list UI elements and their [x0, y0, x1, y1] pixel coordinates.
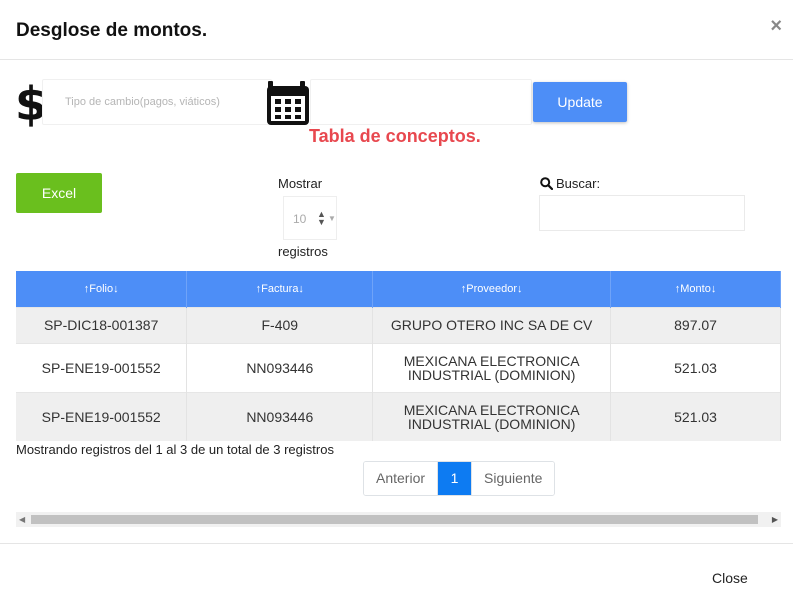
cell-factura: F-409: [186, 306, 374, 343]
table-title: Tabla de conceptos.: [309, 126, 481, 146]
search-input[interactable]: [539, 195, 745, 231]
update-button[interactable]: Update: [533, 82, 627, 122]
cell-factura: NN093446: [186, 342, 374, 392]
chevron-down-icon: ▼: [328, 214, 336, 223]
search-label: Buscar:: [540, 176, 600, 191]
cell-folio: SP-DIC18-001387: [16, 306, 188, 343]
table-info-text: Mostrando registros del 1 al 3 de un tot…: [16, 442, 334, 457]
page-size-select[interactable]: 10 ▲ ▼ ▼: [283, 196, 337, 240]
cell-factura: NN093446: [186, 391, 374, 441]
pagination-next[interactable]: Siguiente: [471, 462, 555, 495]
close-icon[interactable]: ×: [770, 16, 782, 36]
column-header-proveedor[interactable]: ↑Proveedor↓: [372, 271, 612, 307]
cell-proveedor: GRUPO OTERO INC SA DE CV: [372, 306, 612, 343]
pagination: Anterior 1 Siguiente: [363, 461, 556, 496]
page-size-value: 10: [293, 212, 307, 226]
horizontal-scrollbar[interactable]: ◀ ▶: [16, 512, 781, 527]
cell-monto: 521.03: [610, 342, 781, 392]
column-header-monto[interactable]: ↑Monto↓: [610, 271, 781, 307]
calendar-icon: [267, 81, 309, 125]
date-input[interactable]: [310, 79, 532, 125]
search-label-text: Buscar:: [556, 176, 601, 191]
scroll-right-icon[interactable]: ▶: [772, 515, 778, 524]
concepts-table: ↑Folio↓ ↑Factura↓ ↑Proveedor↓ ↑Monto↓ SP…: [16, 271, 781, 441]
table-row: SP-ENE19-001552 NN093446 MEXICANA ELECTR…: [16, 342, 781, 392]
cell-monto: 521.03: [610, 391, 781, 441]
search-icon: [540, 177, 554, 191]
modal-dialog: Desglose de montos. × $ Update Tabla de …: [0, 0, 793, 594]
cell-proveedor: MEXICANA ELECTRONICA INDUSTRIAL (DOMINIO…: [372, 391, 612, 441]
records-label: registros: [278, 244, 328, 259]
exchange-rate-input[interactable]: [42, 79, 272, 125]
table-row: SP-DIC18-001387 F-409 GRUPO OTERO INC SA…: [16, 306, 781, 343]
pagination-previous[interactable]: Anterior: [364, 462, 439, 495]
scroll-left-icon[interactable]: ◀: [19, 515, 25, 524]
table-header-row: ↑Folio↓ ↑Factura↓ ↑Proveedor↓ ↑Monto↓: [16, 271, 781, 307]
modal-header: Desglose de montos. ×: [0, 0, 793, 60]
column-header-factura[interactable]: ↑Factura↓: [186, 271, 374, 307]
pagination-page-1[interactable]: 1: [438, 462, 472, 495]
dollar-icon: $: [15, 78, 44, 128]
spinner-icon: ▲ ▼: [317, 209, 326, 227]
cell-monto: 897.07: [610, 306, 781, 343]
show-entries-label: Mostrar: [278, 176, 323, 191]
footer-divider: [0, 543, 793, 544]
cell-proveedor: MEXICANA ELECTRONICA INDUSTRIAL (DOMINIO…: [372, 342, 612, 392]
close-button[interactable]: Close: [712, 570, 748, 586]
svg-text:$: $: [15, 78, 44, 128]
column-header-folio[interactable]: ↑Folio↓: [16, 271, 188, 307]
scrollbar-thumb[interactable]: [31, 515, 758, 524]
cell-folio: SP-ENE19-001552: [16, 342, 188, 392]
table-row: SP-ENE19-001552 NN093446 MEXICANA ELECTR…: [16, 391, 781, 441]
cell-folio: SP-ENE19-001552: [16, 391, 188, 441]
modal-title: Desglose de montos.: [16, 20, 208, 41]
excel-export-button[interactable]: Excel: [16, 173, 102, 213]
